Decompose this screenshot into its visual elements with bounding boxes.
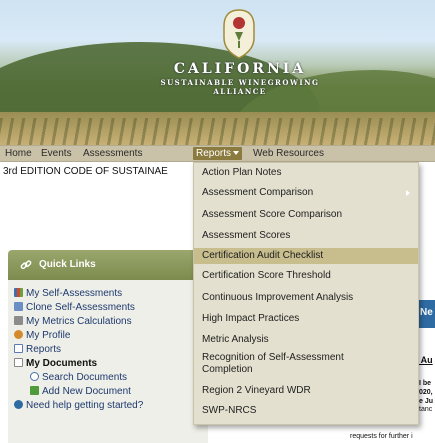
chart-icon bbox=[14, 288, 23, 297]
announcement-line: tanc bbox=[419, 406, 433, 413]
document-icon bbox=[14, 358, 23, 367]
edition-heading: 3rd EDITION CODE OF SUSTAINAE bbox=[3, 166, 168, 177]
announcement-footer: requests for further i bbox=[350, 433, 413, 440]
brand-line-1: SUSTAINABLE WINEGROWING bbox=[160, 78, 320, 87]
menu-action-plan-notes[interactable]: Action Plan Notes bbox=[194, 167, 418, 179]
brand-line-2: ALLIANCE bbox=[213, 87, 267, 96]
user-icon bbox=[14, 330, 23, 339]
main-nav: Home Events Assessments Reports Web Reso… bbox=[0, 145, 435, 162]
vine-rows bbox=[0, 118, 435, 145]
menu-assessment-comparison[interactable]: Assessment Comparison bbox=[194, 187, 418, 199]
ql-label: My Self-Assessments bbox=[26, 288, 123, 299]
link-icon bbox=[20, 260, 32, 270]
ql-search-documents[interactable]: Search Documents bbox=[30, 372, 127, 383]
ql-help-getting-started[interactable]: Need help getting started? bbox=[14, 400, 143, 411]
nav-reports-label: Reports bbox=[196, 148, 232, 159]
quick-links-panel: My Self-Assessments Clone Self-Assessmen… bbox=[8, 280, 208, 443]
announcement-line: 020, bbox=[419, 389, 433, 396]
quick-links-header: Quick Links bbox=[8, 250, 208, 280]
menu-certification-score-threshold[interactable]: Certification Score Threshold bbox=[194, 270, 418, 282]
ql-add-new-document[interactable]: Add New Document bbox=[30, 386, 131, 397]
ql-label: My Metrics Calculations bbox=[26, 316, 132, 327]
announcement-line: e Ju bbox=[419, 398, 434, 405]
ql-label: Add New Document bbox=[42, 386, 131, 397]
ql-reports[interactable]: Reports bbox=[14, 344, 61, 355]
menu-continuous-improvement-analysis[interactable]: Continuous Improvement Analysis bbox=[194, 292, 418, 304]
nav-events[interactable]: Events bbox=[41, 148, 72, 159]
ql-my-self-assessments[interactable]: My Self-Assessments bbox=[14, 288, 122, 299]
menu-recognition-of-self-assessment[interactable]: Recognition of Self-Assessment Completion bbox=[194, 352, 418, 376]
ql-label: Clone Self-Assessments bbox=[26, 302, 135, 313]
ql-my-documents[interactable]: My Documents bbox=[14, 358, 97, 369]
alliance-logo-icon bbox=[223, 9, 255, 59]
menu-metric-analysis[interactable]: Metric Analysis bbox=[194, 334, 418, 346]
menu-certification-audit-checklist[interactable]: Certification Audit Checklist bbox=[194, 248, 418, 264]
add-icon bbox=[30, 386, 39, 395]
caret-down-icon bbox=[233, 151, 240, 156]
news-tab-label: Ne bbox=[420, 307, 433, 318]
menu-region-2-vineyard-wdr[interactable]: Region 2 Vineyard WDR bbox=[194, 385, 418, 397]
reports-dropdown: Action Plan Notes Assessment Comparison … bbox=[193, 162, 419, 425]
menu-label: Assessment Comparison bbox=[202, 187, 314, 198]
menu-label-line-1: Recognition of Self-Assessment bbox=[202, 352, 344, 363]
ql-label: Need help getting started? bbox=[26, 400, 144, 411]
help-icon bbox=[14, 400, 23, 409]
nav-assessments[interactable]: Assessments bbox=[83, 148, 142, 159]
menu-high-impact-practices[interactable]: High Impact Practices bbox=[194, 313, 418, 325]
ql-label: My Documents bbox=[26, 358, 98, 369]
news-tab[interactable]: Ne bbox=[418, 300, 435, 328]
menu-label-line-2: Completion bbox=[202, 364, 253, 375]
ql-clone-self-assessments[interactable]: Clone Self-Assessments bbox=[14, 302, 135, 313]
chevron-right-icon bbox=[406, 190, 410, 196]
ql-label: Search Documents bbox=[42, 372, 128, 383]
nav-home[interactable]: Home bbox=[5, 148, 32, 159]
menu-assessment-score-comparison[interactable]: Assessment Score Comparison bbox=[194, 209, 418, 221]
ql-my-metrics-calculations[interactable]: My Metrics Calculations bbox=[14, 316, 132, 327]
announcement-line: I be bbox=[419, 380, 432, 387]
clone-icon bbox=[14, 302, 23, 311]
report-icon bbox=[14, 344, 23, 353]
header-banner: CALIFORNIA SUSTAINABLE WINEGROWING ALLIA… bbox=[0, 0, 435, 145]
calculator-icon bbox=[14, 316, 23, 325]
nav-reports[interactable]: Reports bbox=[193, 147, 243, 160]
ql-label: My Profile bbox=[26, 330, 71, 341]
ql-my-profile[interactable]: My Profile bbox=[14, 330, 70, 341]
search-icon bbox=[30, 372, 39, 381]
brand-name: CALIFORNIA bbox=[173, 61, 307, 77]
ql-label: Reports bbox=[26, 344, 62, 355]
quick-links-title: Quick Links bbox=[39, 259, 96, 270]
menu-swp-nrcs[interactable]: SWP-NRCS bbox=[194, 405, 418, 417]
brand-wordmark: CALIFORNIA SUSTAINABLE WINEGROWING ALLIA… bbox=[120, 61, 360, 96]
nav-web-resources[interactable]: Web Resources bbox=[253, 148, 324, 159]
menu-assessment-scores[interactable]: Assessment Scores bbox=[194, 230, 418, 242]
